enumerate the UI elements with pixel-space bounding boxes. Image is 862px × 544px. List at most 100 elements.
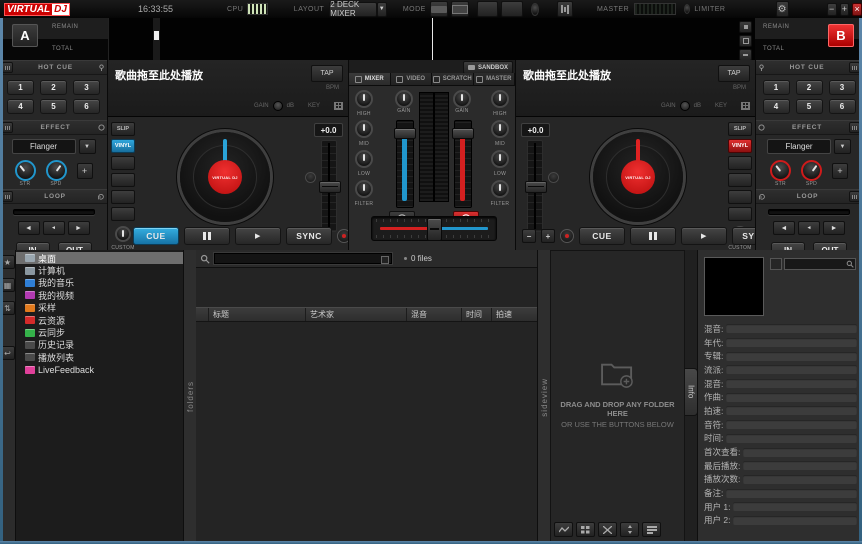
- folder-item-history[interactable]: 历史记录: [16, 339, 183, 351]
- eq-mid-knob-b[interactable]: [491, 120, 509, 138]
- close-button[interactable]: ×: [852, 3, 862, 16]
- field-value[interactable]: [726, 379, 857, 388]
- field-value[interactable]: [743, 448, 857, 457]
- maximize-button[interactable]: +: [840, 3, 850, 16]
- field-value[interactable]: [743, 461, 857, 470]
- effect-dropdown-arrow-icon[interactable]: ▼: [834, 139, 851, 154]
- deck-a-sync-button[interactable]: SYNC: [286, 227, 332, 245]
- field-value[interactable]: [726, 365, 857, 374]
- top-round-knob[interactable]: [531, 3, 539, 16]
- tab-mixer[interactable]: MIXER: [349, 73, 391, 86]
- volume-fader-b[interactable]: [454, 120, 472, 208]
- layout-select[interactable]: 2 DECK MIXER: [329, 2, 376, 17]
- hotcue-button-1[interactable]: 1: [763, 80, 790, 95]
- hotcue-button-1[interactable]: 1: [7, 80, 34, 95]
- deck-b-pitch-reset-button[interactable]: [548, 172, 559, 183]
- deck-a-pitch-slider[interactable]: [321, 140, 337, 232]
- filter-knob-b[interactable]: [491, 180, 509, 198]
- field-value[interactable]: [726, 489, 857, 498]
- limiter-knob[interactable]: [684, 4, 690, 14]
- effect-select[interactable]: Flanger: [767, 139, 831, 154]
- settings-gear-icon[interactable]: ⚙: [776, 1, 789, 17]
- slip-button[interactable]: SLIP: [111, 122, 135, 136]
- hotcue-button-6[interactable]: 6: [73, 99, 100, 114]
- field-value[interactable]: [726, 406, 857, 415]
- eq-mid-knob-a[interactable]: [355, 120, 373, 138]
- folder-item-desktop[interactable]: 桌面: [16, 252, 183, 264]
- info-search-input[interactable]: [785, 265, 847, 275]
- info-search-options-button[interactable]: [770, 258, 782, 270]
- pad-button-1[interactable]: [111, 156, 135, 170]
- folder-item-music[interactable]: 我的音乐: [16, 277, 183, 289]
- mode-button-1[interactable]: [430, 1, 448, 17]
- deck-b-pitch-slider[interactable]: [527, 140, 543, 232]
- folder-item-playlists[interactable]: 播放列表: [16, 351, 183, 363]
- deck-b-tap-button[interactable]: TAP: [718, 65, 750, 82]
- hotcue-button-4[interactable]: 4: [7, 99, 34, 114]
- sort-button[interactable]: [620, 522, 639, 537]
- column-bpm[interactable]: 拍速: [492, 308, 537, 321]
- gain-knob-b[interactable]: [453, 90, 471, 108]
- deck-a-jogwheel[interactable]: VIRTUAL DJ: [180, 132, 270, 222]
- effect-select[interactable]: Flanger: [12, 139, 76, 154]
- deck-b-jogwheel[interactable]: VIRTUAL DJ: [593, 132, 683, 222]
- gain-mini-knob[interactable]: [680, 101, 690, 111]
- minimize-button[interactable]: −: [827, 3, 837, 16]
- hotcue-button-3[interactable]: 3: [73, 80, 100, 95]
- gain-mini-knob[interactable]: [273, 101, 283, 111]
- vinyl-button[interactable]: VINYL: [728, 139, 752, 153]
- hotcue-button-5[interactable]: 5: [40, 99, 67, 114]
- deck-b-pause-button[interactable]: [630, 227, 676, 245]
- folder-item-livefeedback[interactable]: LiveFeedback: [16, 364, 183, 376]
- effect-knob-1[interactable]: [15, 160, 36, 181]
- shuffle-button[interactable]: [598, 522, 617, 537]
- pad-button-4[interactable]: [728, 207, 752, 221]
- waveform-position-marker[interactable]: [153, 18, 160, 60]
- search-input[interactable]: [218, 254, 381, 263]
- loop-options-button[interactable]: [2, 191, 13, 202]
- search-clear-icon[interactable]: [381, 256, 389, 264]
- waveform-display[interactable]: [108, 18, 757, 60]
- loop-double-button[interactable]: ►: [68, 221, 90, 235]
- field-value[interactable]: [743, 475, 857, 484]
- folder-item-cloud[interactable]: 云资源: [16, 314, 183, 326]
- deck-b-cue-button[interactable]: CUE: [579, 227, 625, 245]
- deck-a-tap-button[interactable]: TAP: [311, 65, 343, 82]
- loop-double-button[interactable]: ►: [823, 221, 845, 235]
- field-value[interactable]: [733, 502, 857, 511]
- pitch-handle[interactable]: [319, 181, 341, 193]
- sidelist-button[interactable]: [642, 522, 661, 537]
- folder-item-videos[interactable]: 我的视频: [16, 289, 183, 301]
- mode-button-2[interactable]: [451, 1, 469, 17]
- hotcue-button-3[interactable]: 3: [829, 80, 856, 95]
- pad-button-3[interactable]: [728, 190, 752, 204]
- deck-a-cue-button[interactable]: CUE: [133, 227, 179, 245]
- column-remix[interactable]: 混音: [407, 308, 462, 321]
- key-grid-icon[interactable]: [334, 102, 343, 110]
- eq-high-knob-a[interactable]: [355, 90, 373, 108]
- deck-a-play-button[interactable]: ▶: [235, 227, 281, 245]
- fader-b-handle[interactable]: [452, 128, 474, 139]
- effect-knob-2[interactable]: [46, 160, 67, 181]
- eq-high-knob-b[interactable]: [491, 90, 509, 108]
- filter-knob-a[interactable]: [355, 180, 373, 198]
- wave-layout-button-1[interactable]: [477, 1, 499, 17]
- pad-button-3[interactable]: [111, 190, 135, 204]
- fader-a-handle[interactable]: [394, 128, 416, 139]
- loop-shift-button[interactable]: ◄: [798, 221, 820, 235]
- column-artist[interactable]: 艺术家: [306, 308, 407, 321]
- effect-options-button[interactable]: [2, 122, 13, 133]
- wave-layout-button-2[interactable]: [501, 1, 523, 17]
- column-time[interactable]: 时间: [462, 308, 492, 321]
- eq-low-knob-a[interactable]: [355, 150, 373, 168]
- loop-shift-button[interactable]: ◄: [43, 221, 65, 235]
- hotcue-button-6[interactable]: 6: [829, 99, 856, 114]
- automix-button[interactable]: [554, 522, 573, 537]
- hotcue-button-2[interactable]: 2: [40, 80, 67, 95]
- wave-zoom-in-button[interactable]: [739, 21, 752, 33]
- layout-dropdown-arrow-icon[interactable]: ▼: [377, 2, 387, 17]
- field-value[interactable]: [726, 338, 857, 347]
- column-title[interactable]: 标题: [209, 308, 306, 321]
- tab-video[interactable]: VIDEO: [391, 73, 433, 86]
- add-effect-button[interactable]: +: [832, 163, 848, 179]
